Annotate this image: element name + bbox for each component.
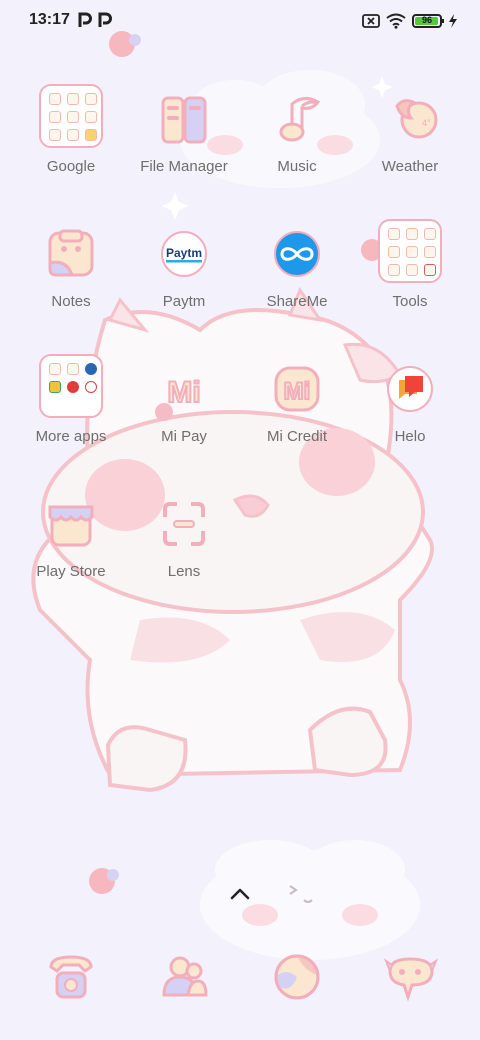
wifi-icon [386, 13, 406, 29]
app-label: Mi Credit [266, 428, 327, 445]
weather-icon: 4° [395, 99, 438, 139]
app-label: File Manager [140, 158, 228, 175]
dock-contacts[interactable] [152, 945, 216, 1009]
app-notes[interactable]: Notes [14, 215, 128, 335]
app-helo[interactable]: Helo [353, 350, 467, 470]
messages-icon [383, 957, 439, 1002]
app-label: Tools [392, 293, 428, 310]
status-bar: 13:17 96 [0, 0, 480, 42]
svg-text:4°: 4° [422, 118, 431, 128]
app-music[interactable]: Music [240, 80, 354, 200]
shareme-icon [274, 231, 320, 277]
app-label: Play Store [36, 563, 106, 580]
mi-credit-logo-text: Mi [284, 378, 311, 405]
app-file-manager[interactable]: File Manager [127, 80, 241, 200]
app-label: More apps [35, 428, 107, 445]
notes-icon [48, 229, 94, 277]
app-label: Mi Pay [161, 428, 207, 445]
helo-icon [387, 366, 433, 412]
play-store-icon [48, 505, 94, 547]
dock-phone[interactable] [39, 945, 103, 1009]
app-label: Lens [167, 563, 201, 580]
app-label: Weather [381, 158, 439, 175]
app-label: Paytm [162, 293, 206, 310]
app-lens[interactable]: Lens [127, 485, 241, 605]
dock [0, 945, 480, 1009]
p-icon [98, 12, 112, 27]
battery-icon: 96 [412, 14, 444, 28]
app-paytm[interactable]: Paytm Paytm [127, 215, 241, 335]
music-icon [279, 97, 321, 142]
app-label: Notes [51, 293, 91, 310]
no-sim-icon [362, 14, 380, 28]
paytm-logo-text: Paytm [166, 246, 202, 260]
app-drawer-arrow-icon[interactable] [229, 886, 251, 902]
dock-browser[interactable] [265, 945, 329, 1009]
status-time: 13:17 [29, 11, 70, 28]
app-label: Google [46, 158, 96, 175]
app-weather[interactable]: 4° Weather [353, 80, 467, 200]
app-more-apps-folder[interactable]: More apps [14, 350, 128, 470]
folder-icon [39, 84, 103, 148]
mi-credit-icon: Mi [274, 366, 320, 412]
app-google-folder[interactable]: Google [14, 80, 128, 200]
contacts-icon [162, 956, 208, 997]
lens-icon [163, 502, 205, 546]
app-play-store[interactable]: Play Store [14, 485, 128, 605]
p-icon [78, 12, 92, 27]
phone-icon [49, 955, 93, 999]
file-manager-icon [161, 96, 207, 144]
charging-icon [449, 14, 457, 28]
app-shareme[interactable]: ShareMe [240, 215, 354, 335]
app-mi-pay[interactable]: Mi Mi Pay [127, 350, 241, 470]
app-label: Music [277, 158, 317, 175]
paytm-icon: Paytm [161, 231, 207, 277]
app-mi-credit[interactable]: Mi Mi Credit [240, 350, 354, 470]
mi-pay-logo-text: Mi [167, 376, 200, 409]
app-tools-folder[interactable]: Tools [353, 215, 467, 335]
app-label: ShareMe [266, 293, 328, 310]
dock-messages[interactable] [378, 945, 442, 1009]
mi-pay-icon: Mi [166, 375, 201, 410]
browser-icon [274, 954, 320, 1000]
battery-level: 96 [421, 15, 432, 25]
folder-icon [39, 354, 103, 418]
app-label: Helo [394, 428, 426, 445]
folder-icon [378, 219, 442, 283]
